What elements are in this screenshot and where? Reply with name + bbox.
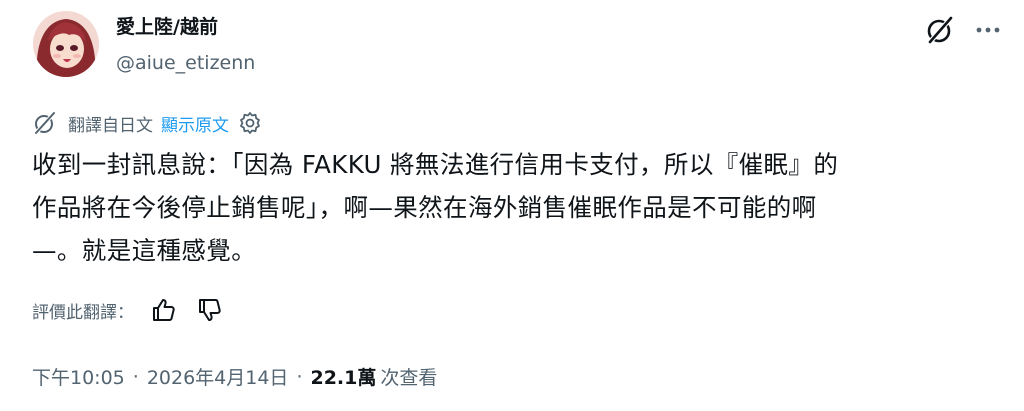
grok-icon[interactable] xyxy=(924,14,956,46)
post-date[interactable]: 2026年4月14日 xyxy=(147,363,289,390)
gear-icon[interactable] xyxy=(237,110,263,136)
translated-from-label: 翻譯自日文 xyxy=(68,115,153,136)
views-count[interactable]: 22.1萬 xyxy=(310,363,376,390)
author-info: 愛上陸/越前 @aiue_etizenn xyxy=(116,14,255,76)
translation-bar: 翻譯自日文 顯示原文 xyxy=(32,108,263,138)
thumbs-up-icon[interactable] xyxy=(148,294,180,326)
translate-icon xyxy=(32,110,58,136)
tweet-text-line: —。就是這種感覺。 xyxy=(32,236,257,265)
meta-separator: · xyxy=(296,365,303,388)
display-name[interactable]: 愛上陸/越前 xyxy=(116,14,255,40)
rate-translation-bar: 評價此翻譯： xyxy=(32,293,240,327)
thumbs-down-icon[interactable] xyxy=(194,294,226,326)
tweet-text-line: 作品將在今後停止銷售呢」，啊—果然在海外銷售催眠作品是不可能的啊 xyxy=(32,193,817,222)
meta-separator: · xyxy=(132,365,139,388)
tweet-detail: 愛上陸/越前 @aiue_etizenn 翻譯自日文 顯示原文 收到一封訊息說：… xyxy=(0,0,1024,411)
views-label: 次查看 xyxy=(380,367,438,389)
user-handle[interactable]: @aiue_etizenn xyxy=(116,50,255,76)
rate-translation-label: 評價此翻譯： xyxy=(32,302,134,323)
tweet-text: 收到一封訊息說：「因為 FAKKU 將無法進行信用卡支付，所以『催眠』的 作品將… xyxy=(32,143,1007,272)
post-time[interactable]: 下午10:05 xyxy=(32,363,125,390)
tweet-meta: 下午10:05 · 2026年4月14日 · 22.1萬 次查看 xyxy=(32,363,437,390)
avatar[interactable] xyxy=(33,11,99,77)
show-original-link[interactable]: 顯示原文 xyxy=(161,111,229,136)
tweet-text-line: 收到一封訊息說：「因為 FAKKU 將無法進行信用卡支付，所以『催眠』的 xyxy=(32,150,839,179)
more-horizontal-icon[interactable] xyxy=(972,14,1004,46)
